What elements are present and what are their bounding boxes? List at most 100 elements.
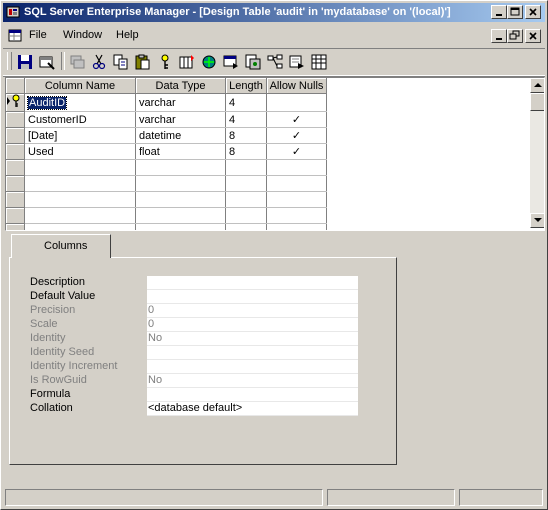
empty-row[interactable] [6, 207, 327, 224]
empty-cell[interactable] [225, 159, 267, 176]
empty-cell[interactable] [135, 175, 226, 192]
menu-help[interactable]: Help [116, 29, 139, 41]
row-selector[interactable] [6, 175, 25, 192]
empty-cell[interactable] [225, 207, 267, 224]
close-button[interactable] [525, 5, 541, 19]
empty-row[interactable] [6, 223, 327, 230]
grid-view-button[interactable] [309, 52, 329, 72]
empty-cell[interactable] [266, 175, 327, 192]
row-selector[interactable] [6, 93, 25, 112]
property-value[interactable] [147, 290, 358, 304]
empty-cell[interactable] [225, 191, 267, 208]
save-button[interactable] [15, 52, 35, 72]
child-restore-button[interactable] [507, 29, 523, 43]
empty-cell[interactable] [135, 159, 226, 176]
cell-allow-nulls[interactable] [266, 93, 327, 112]
empty-cell[interactable] [225, 175, 267, 192]
scroll-up-button[interactable] [530, 78, 544, 93]
header-data-type[interactable]: Data Type [135, 78, 226, 94]
check-constraints-icon [289, 55, 304, 69]
cell-column-name[interactable]: [Date] [24, 127, 136, 144]
header-length[interactable]: Length [225, 78, 267, 94]
row-selector[interactable] [6, 111, 25, 128]
cell-data-type[interactable]: float [135, 143, 226, 160]
table-row[interactable]: Used float 8 ✓ [6, 143, 327, 160]
set-primary-key-icon [161, 54, 169, 69]
empty-cell[interactable] [266, 191, 327, 208]
maximize-button[interactable] [507, 5, 523, 19]
empty-cell[interactable] [24, 191, 136, 208]
table-properties-button[interactable] [37, 52, 57, 72]
empty-cell[interactable] [225, 223, 267, 230]
row-selector[interactable] [6, 143, 25, 160]
cell-length[interactable]: 8 [225, 143, 267, 160]
manage-triggers-button[interactable] [221, 52, 241, 72]
empty-row[interactable] [6, 191, 327, 208]
cell-allow-nulls[interactable]: ✓ [266, 111, 327, 128]
toolbar-grip[interactable] [7, 52, 12, 70]
menu-window[interactable]: Window [63, 29, 102, 41]
cell-allow-nulls[interactable]: ✓ [266, 127, 327, 144]
header-allow-nulls[interactable]: Allow Nulls [266, 78, 327, 94]
empty-cell[interactable] [266, 159, 327, 176]
status-panel-3 [459, 489, 543, 506]
manage-indexes-button[interactable] [67, 52, 87, 72]
cell-data-type[interactable]: varchar [135, 93, 226, 112]
cell-column-name[interactable]: AuditID [24, 93, 136, 112]
empty-cell[interactable] [135, 207, 226, 224]
property-value[interactable] [147, 388, 358, 402]
copy-button[interactable] [111, 52, 131, 72]
insert-column-button[interactable] [177, 52, 197, 72]
paste-button[interactable] [133, 52, 153, 72]
title-bar[interactable]: SQL Server Enterprise Manager - [Design … [3, 3, 545, 22]
manage-relationships-button[interactable] [199, 52, 219, 72]
minimize-button[interactable] [491, 5, 507, 19]
table-row[interactable]: CustomerID varchar 4 ✓ [6, 111, 327, 128]
manage-indexes-icon [70, 55, 85, 69]
row-selector[interactable] [6, 127, 25, 144]
menu-file[interactable]: File [29, 29, 47, 41]
row-selector[interactable] [6, 223, 25, 230]
empty-cell[interactable] [135, 223, 226, 230]
empty-row[interactable] [6, 175, 327, 192]
grid-vertical-scrollbar[interactable] [530, 78, 544, 228]
property-value[interactable] [147, 276, 358, 290]
scroll-down-button[interactable] [530, 213, 544, 228]
cell-length[interactable]: 4 [225, 111, 267, 128]
header-column-name[interactable]: Column Name [24, 78, 136, 94]
empty-cell[interactable] [266, 223, 327, 230]
cell-column-name[interactable]: CustomerID [24, 111, 136, 128]
table-row[interactable]: [Date] datetime 8 ✓ [6, 127, 327, 144]
child-minimize-button[interactable] [491, 29, 507, 43]
row-selector[interactable] [6, 191, 25, 208]
cell-length[interactable]: 8 [225, 127, 267, 144]
row-selector[interactable] [6, 159, 25, 176]
row-selector[interactable] [6, 207, 25, 224]
scroll-thumb[interactable] [530, 93, 544, 111]
cell-data-type[interactable]: datetime [135, 127, 226, 144]
cell-data-type[interactable]: varchar [135, 111, 226, 128]
empty-cell[interactable] [24, 175, 136, 192]
change-script-button[interactable] [243, 52, 263, 72]
empty-row[interactable] [6, 159, 327, 176]
design-table-doc-icon[interactable] [7, 28, 23, 44]
restore-icon [509, 30, 520, 40]
empty-cell[interactable] [24, 159, 136, 176]
cell-allow-nulls[interactable]: ✓ [266, 143, 327, 160]
manage-constraints-button[interactable] [265, 52, 285, 72]
check-constraints-button[interactable] [287, 52, 307, 72]
property-value[interactable]: <database default> [147, 402, 358, 416]
table-row[interactable]: AuditID varchar 4 [6, 93, 327, 112]
cell-column-name[interactable]: Used [24, 143, 136, 160]
empty-cell[interactable] [135, 191, 226, 208]
child-close-button[interactable] [525, 29, 541, 43]
empty-cell[interactable] [266, 207, 327, 224]
property-label: Formula [30, 388, 71, 400]
tab-columns[interactable]: Columns [11, 234, 111, 258]
cell-length[interactable]: 4 [225, 93, 267, 112]
cut-button[interactable] [89, 52, 109, 72]
set-primary-key-button[interactable] [155, 52, 175, 72]
column-grid[interactable]: Column Name Data Type Length Allow Nulls… [5, 77, 545, 231]
empty-cell[interactable] [24, 207, 136, 224]
empty-cell[interactable] [24, 223, 136, 230]
